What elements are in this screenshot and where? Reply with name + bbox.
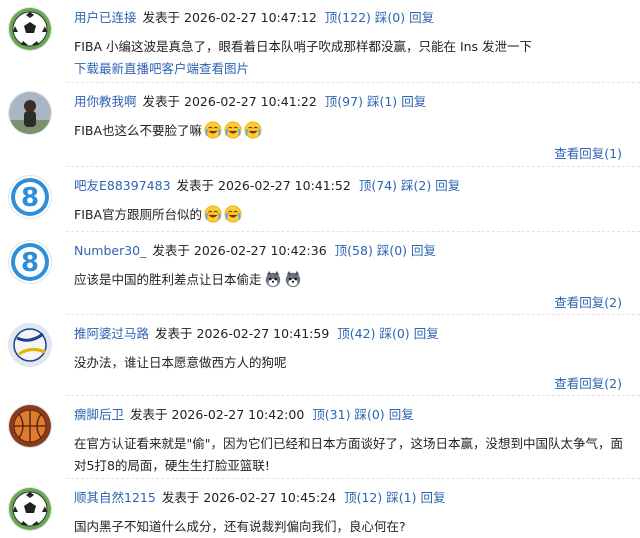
- comment-divider: [66, 166, 640, 167]
- post-time: 2026-02-27 10:47:12: [184, 10, 317, 25]
- user-avatar[interactable]: [9, 92, 51, 134]
- comment-meta: Number30_ 发表于 2026-02-27 10:42:36 顶(58) 踩(0)…: [74, 241, 436, 261]
- comment-meta: 推阿婆过马路 发表于 2026-02-27 10:41:59 顶(42) 踩(0) 回复: [74, 324, 439, 344]
- reply-button[interactable]: 回复: [389, 407, 414, 422]
- crying-laughing-emoji: [202, 204, 222, 226]
- crying-laughing-emoji: [222, 120, 242, 142]
- username-link[interactable]: 瘸脚后卫: [74, 407, 124, 422]
- post-time: 2026-02-27 10:41:52: [218, 178, 351, 193]
- username-link[interactable]: 用户已连接: [74, 10, 137, 25]
- posted-label: 发表于: [152, 243, 190, 258]
- comment-divider: [66, 82, 640, 83]
- username-link[interactable]: 顺其自然1215: [74, 490, 156, 505]
- username-link[interactable]: 推阿婆过马路: [74, 326, 149, 341]
- crying-laughing-emoji: [242, 120, 262, 142]
- upvote-button[interactable]: 顶(58): [335, 243, 373, 258]
- comment-meta: 用你教我啊 发表于 2026-02-27 10:41:22 顶(97) 踩(1) 回复: [74, 92, 426, 112]
- svg-text:8: 8: [21, 248, 39, 278]
- comment-text: 国内黑子不知道什么成分，还有说裁判偏向我们，良心何在?: [74, 519, 406, 534]
- upvote-button[interactable]: 顶(122): [325, 10, 371, 25]
- posted-label: 发表于: [176, 178, 215, 193]
- upvote-button[interactable]: 顶(42): [337, 326, 375, 341]
- username-link[interactable]: Number30_: [74, 243, 146, 258]
- comment-divider: [66, 478, 640, 479]
- comment-divider: [66, 231, 640, 232]
- view-replies-link[interactable]: 查看回复(2): [554, 375, 622, 393]
- username-link[interactable]: 用你教我啊: [74, 94, 137, 109]
- reply-button[interactable]: 回复: [411, 243, 436, 258]
- reply-button[interactable]: 回复: [401, 94, 426, 109]
- crying-laughing-emoji: [222, 204, 242, 226]
- downvote-button[interactable]: 踩(0): [354, 407, 384, 422]
- post-time: 2026-02-27 10:41:59: [196, 326, 330, 341]
- reply-button[interactable]: 回复: [414, 326, 439, 341]
- upvote-button[interactable]: 顶(31): [312, 407, 350, 422]
- posted-label: 发表于: [130, 407, 168, 422]
- upvote-button[interactable]: 顶(12): [344, 490, 382, 505]
- posted-label: 发表于: [161, 490, 200, 505]
- downvote-button[interactable]: 踩(2): [401, 178, 431, 193]
- svg-text:8: 8: [21, 183, 39, 213]
- comment-text: 应该是中国的胜利差点让日本偷走: [74, 269, 634, 291]
- posted-label: 发表于: [155, 326, 193, 341]
- user-avatar[interactable]: [9, 324, 51, 366]
- upvote-button[interactable]: 顶(74): [359, 178, 397, 193]
- comment-list: 用户已连接 发表于 2026-02-27 10:47:12 顶(122) 踩(0) 回复 F…: [0, 0, 640, 536]
- post-time: 2026-02-27 10:42:36: [193, 243, 327, 258]
- husky-dog-emoji: [262, 269, 282, 291]
- reply-button[interactable]: 回复: [420, 490, 445, 505]
- comment-divider: [66, 395, 640, 396]
- comment-text: 没办法，谁让日本愿意做西方人的狗呢: [74, 355, 287, 370]
- post-time: 2026-02-27 10:45:24: [203, 490, 337, 505]
- comment-text: FIBA 小编这波是真急了，眼看着日本队哨子吹成那样都没赢，只能在 Ins 发泄…: [74, 39, 533, 54]
- view-replies-link[interactable]: 查看回复(1): [554, 145, 622, 163]
- comment-meta: 瘸脚后卫 发表于 2026-02-27 10:42:00 顶(31) 踩(0) 回复: [74, 405, 414, 425]
- user-avatar[interactable]: 8: [9, 241, 51, 283]
- downvote-button[interactable]: 踩(0): [377, 243, 407, 258]
- comment-text: FIBA也这么不要脸了嘛: [74, 120, 634, 142]
- comment-text: 在官方认证看来就是"偷"，因为它们已经和日本方面谈好了，这场日本赢，没想到中国队…: [74, 436, 624, 473]
- downvote-button[interactable]: 踩(0): [379, 326, 409, 341]
- post-time: 2026-02-27 10:42:00: [171, 407, 305, 422]
- post-time: 2026-02-27 10:41:22: [184, 94, 317, 109]
- posted-label: 发表于: [142, 94, 181, 109]
- reply-button[interactable]: 回复: [409, 10, 434, 25]
- comment-divider: [66, 314, 640, 315]
- user-avatar[interactable]: [9, 488, 51, 530]
- comment-meta: 顺其自然1215 发表于 2026-02-27 10:45:24 顶(12) 踩(1) 回…: [74, 488, 446, 508]
- comment-meta: 用户已连接 发表于 2026-02-27 10:47:12 顶(122) 踩(0) 回复: [74, 8, 434, 28]
- downvote-button[interactable]: 踩(1): [386, 490, 416, 505]
- view-replies-link[interactable]: 查看回复(2): [554, 294, 622, 312]
- upvote-button[interactable]: 顶(97): [325, 94, 363, 109]
- downvote-button[interactable]: 踩(0): [375, 10, 405, 25]
- comment-meta: 吧友E88397483 发表于 2026-02-27 10:41:52 顶(74) 踩(…: [74, 176, 460, 196]
- downvote-button[interactable]: 踩(1): [367, 94, 397, 109]
- user-avatar[interactable]: 8: [9, 176, 51, 218]
- user-avatar[interactable]: [9, 405, 51, 447]
- username-link[interactable]: 吧友E88397483: [74, 178, 171, 193]
- crying-laughing-emoji: [202, 120, 222, 142]
- posted-label: 发表于: [142, 10, 181, 25]
- reply-button[interactable]: 回复: [435, 178, 460, 193]
- user-avatar[interactable]: [9, 8, 51, 50]
- husky-dog-emoji: [282, 269, 302, 291]
- comment-text: FIBA官方跟厕所台似的: [74, 204, 634, 226]
- view-image-link[interactable]: 下载最新直播吧客户端查看图片: [74, 58, 634, 80]
